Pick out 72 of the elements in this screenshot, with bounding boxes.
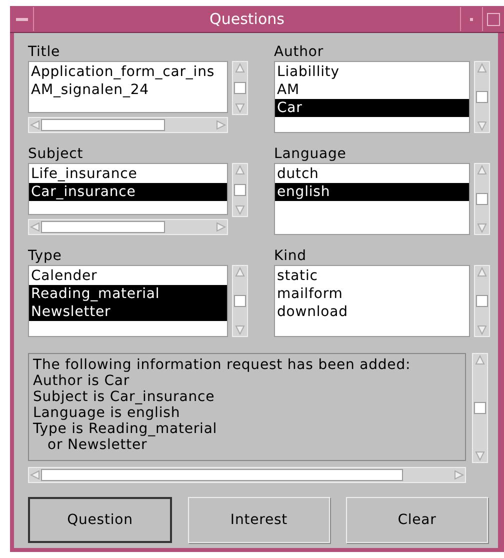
- list-box[interactable]: dutch english: [274, 163, 470, 235]
- up-arrow-icon[interactable]: [476, 266, 488, 278]
- list-item[interactable]: Calender: [29, 267, 227, 285]
- window-title: Questions: [208, 8, 286, 30]
- action-button[interactable]: Interest: [188, 497, 330, 543]
- up-arrow-icon[interactable]: [234, 164, 246, 176]
- horizontal-scrollbar[interactable]: [28, 117, 228, 133]
- up-arrow-icon[interactable]: [234, 62, 246, 74]
- list-item[interactable]: english: [275, 183, 469, 201]
- down-arrow-icon[interactable]: [234, 324, 246, 336]
- down-arrow-icon[interactable]: [476, 222, 488, 234]
- list-item[interactable]: Newsletter: [29, 303, 227, 321]
- list-label: Kind: [274, 249, 308, 265]
- vertical-scrollbar[interactable]: [474, 163, 490, 235]
- scroll-thumb[interactable]: [41, 221, 165, 233]
- list-item[interactable]: Car: [275, 99, 469, 117]
- up-arrow-icon[interactable]: [234, 266, 246, 278]
- action-button[interactable]: Question: [28, 497, 172, 543]
- list-item[interactable]: AM: [275, 81, 469, 99]
- scroll-thumb[interactable]: [41, 119, 165, 131]
- up-arrow-icon[interactable]: [476, 62, 488, 74]
- list-item[interactable]: Liabillity: [275, 63, 469, 81]
- left-arrow-icon[interactable]: [29, 469, 41, 481]
- up-arrow-icon[interactable]: [474, 354, 486, 366]
- horizontal-scrollbar[interactable]: [28, 219, 228, 235]
- list-label: Type: [28, 249, 63, 265]
- list-label: Subject: [28, 147, 84, 163]
- message-area[interactable]: The following information request has been added: Author is Car Subject is Car_insurance Language is english Type is Reading_material or Newsletter: [28, 353, 466, 461]
- down-arrow-icon[interactable]: [476, 120, 488, 132]
- horizontal-scrollbar[interactable]: [28, 467, 466, 483]
- list-box[interactable]: Life_insurance Car_insurance: [28, 163, 228, 215]
- list-item[interactable]: Application_form_car_ins: [29, 63, 227, 81]
- list-box[interactable]: Liabillity AM Car: [274, 61, 470, 133]
- list-item[interactable]: Reading_material: [29, 285, 227, 303]
- list-box[interactable]: static mailform download: [274, 265, 470, 337]
- right-arrow-icon[interactable]: [215, 221, 227, 233]
- down-arrow-icon[interactable]: [476, 324, 488, 336]
- vertical-scrollbar[interactable]: [474, 61, 490, 133]
- scroll-thumb[interactable]: [476, 295, 488, 307]
- vertical-scrollbar[interactable]: [474, 265, 490, 337]
- list-item[interactable]: AM_signalen_24: [29, 81, 227, 99]
- right-arrow-icon[interactable]: [215, 119, 227, 131]
- scroll-thumb[interactable]: [476, 193, 488, 205]
- list-box[interactable]: Application_form_car_ins AM_signalen_24: [28, 61, 228, 113]
- scroll-thumb[interactable]: [474, 402, 486, 414]
- list-item[interactable]: download: [275, 303, 469, 321]
- down-arrow-icon[interactable]: [234, 204, 246, 216]
- vertical-scrollbar[interactable]: [232, 163, 248, 217]
- list-item[interactable]: Car_insurance: [29, 183, 227, 201]
- list-item[interactable]: dutch: [275, 165, 469, 183]
- scroll-thumb[interactable]: [234, 295, 246, 307]
- action-button[interactable]: Clear: [346, 497, 488, 543]
- list-item[interactable]: mailform: [275, 285, 469, 303]
- up-arrow-icon[interactable]: [476, 164, 488, 176]
- down-arrow-icon[interactable]: [234, 102, 246, 114]
- right-arrow-icon[interactable]: [453, 469, 465, 481]
- list-box[interactable]: Calender Reading_material Newsletter: [28, 265, 228, 337]
- vertical-scrollbar[interactable]: [472, 353, 488, 463]
- scroll-thumb[interactable]: [234, 184, 246, 196]
- left-arrow-icon[interactable]: [29, 119, 41, 131]
- scroll-thumb[interactable]: [41, 469, 403, 481]
- scroll-thumb[interactable]: [234, 82, 246, 94]
- left-arrow-icon[interactable]: [29, 221, 41, 233]
- down-arrow-icon[interactable]: [474, 450, 486, 462]
- list-label: Title: [28, 45, 62, 61]
- list-item[interactable]: static: [275, 267, 469, 285]
- list-label: Author: [274, 45, 325, 61]
- scroll-thumb[interactable]: [476, 91, 488, 103]
- list-item[interactable]: Life_insurance: [29, 165, 227, 183]
- vertical-scrollbar[interactable]: [232, 61, 248, 115]
- vertical-scrollbar[interactable]: [232, 265, 248, 337]
- list-label: Language: [274, 147, 348, 163]
